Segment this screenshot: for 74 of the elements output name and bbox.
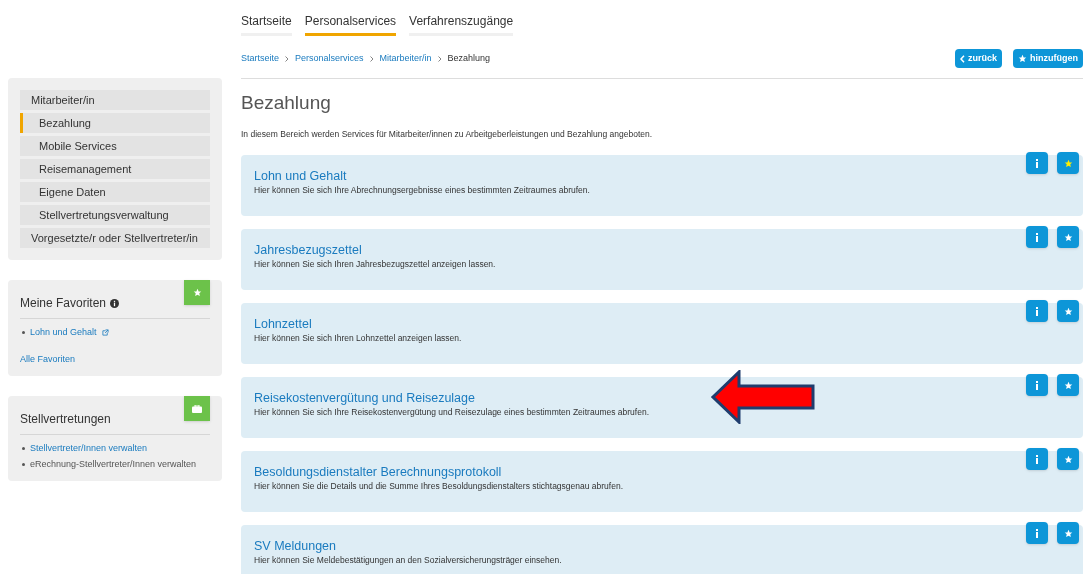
nav-tab[interactable]: Startseite (241, 12, 292, 36)
star-icon (192, 288, 202, 297)
service-description: Hier können Sie sich Ihre Abrechnungsergebnisse eines bestimmten Zeitraumes abrufen. (254, 184, 591, 197)
info-icon (1035, 306, 1039, 316)
favorite-button[interactable] (1057, 448, 1079, 471)
chevron-left-icon (960, 54, 965, 63)
service-description: Hier können Sie sich Ihre Reisekostenvergütung und Reisezulage eines bestimmten Zeitraumes abrufen. (254, 406, 650, 419)
nav-tab[interactable]: Verfahrenszugänge (409, 12, 514, 36)
panel-text: eRechnung-Stellvertreter/Innen verwalten (30, 457, 197, 471)
chevron-icon (437, 55, 442, 62)
star-icon (1018, 54, 1027, 63)
favorites-button[interactable] (184, 280, 210, 305)
chevron-icon (369, 55, 374, 62)
info-button[interactable] (1026, 374, 1048, 397)
service-title[interactable]: Lohnzettel (254, 316, 1083, 333)
favorite-button[interactable] (1057, 226, 1079, 249)
panel-link[interactable]: Lohn und Gehalt (30, 326, 97, 340)
sidebar-item[interactable]: Mitarbeiter/in (20, 90, 210, 110)
star-icon (1063, 528, 1073, 538)
star-icon (1063, 232, 1073, 242)
star-icon (1063, 158, 1073, 168)
add-favorite-button[interactable]: hinzufügen (1013, 49, 1083, 68)
info-icon (1035, 528, 1039, 538)
info-button[interactable] (1026, 152, 1048, 175)
briefcase-icon (192, 404, 202, 413)
info-button[interactable] (1026, 226, 1048, 249)
info-button[interactable] (1026, 522, 1048, 545)
star-icon (1063, 380, 1073, 390)
service-description: Hier können Sie Meldebestätigungen an den Sozialversicherungsträger einsehen. (254, 554, 563, 567)
info-icon (1035, 158, 1039, 168)
sidebar-item[interactable]: Reisemanagement (20, 159, 210, 179)
sidebar-item[interactable]: Stellvertretungsverwaltung (20, 205, 210, 225)
panel-title: Meine Favoriten (20, 295, 107, 312)
breadcrumb-link[interactable]: Mitarbeiter/in (379, 51, 432, 66)
service-description: Hier können Sie die Details und die Summe Ihres Besoldungsdienstalters stichtagsgenau abrufen. (254, 480, 625, 493)
info-icon (1035, 380, 1039, 390)
panel-link[interactable]: Stellvertreter/Innen verwalten (30, 442, 148, 456)
back-button[interactable]: zurück (955, 49, 1002, 68)
bullet-icon (22, 462, 25, 466)
sidebar-item[interactable]: Bezahlung (20, 113, 210, 133)
substitutes-button[interactable] (184, 396, 210, 421)
favorite-button[interactable] (1057, 152, 1079, 175)
breadcrumb-current: Bezahlung (447, 51, 491, 65)
star-icon (1063, 306, 1073, 316)
favorite-button[interactable] (1057, 300, 1079, 323)
info-icon (110, 298, 120, 308)
service-title[interactable]: Besoldungsdienstalter Berechnungsprotokoll (254, 464, 1083, 481)
nav-tab[interactable]: Personalservices (304, 12, 397, 36)
service-description: Hier können Sie sich Ihren Lohnzettel anzeigen lassen. (254, 332, 463, 345)
sidebar-item[interactable]: Eigene Daten (20, 182, 210, 202)
service-description: Hier können Sie sich Ihren Jahresbezugszettel anzeigen lassen. (254, 258, 497, 271)
breadcrumb-link[interactable]: Personalservices (295, 51, 364, 66)
page-title: Bezahlung (241, 91, 332, 115)
service-title[interactable]: SV Meldungen (254, 538, 1083, 555)
service-title[interactable]: Jahresbezugszettel (254, 242, 1083, 259)
info-button[interactable] (1026, 300, 1048, 323)
external-link-icon (101, 329, 109, 337)
info-icon (1035, 232, 1039, 242)
chevron-icon (285, 55, 290, 62)
star-icon (1063, 454, 1073, 464)
all-favorites-link[interactable]: Alle Favoriten (20, 339, 210, 366)
sidebar-item[interactable]: Mobile Services (20, 136, 210, 156)
service-title[interactable]: Reisekostenvergütung und Reisezulage (254, 390, 1083, 407)
favorite-button[interactable] (1057, 374, 1079, 397)
favorite-button[interactable] (1057, 522, 1079, 545)
panel-title: Stellvertretungen (20, 411, 111, 428)
info-icon (1035, 454, 1039, 464)
bullet-icon (22, 331, 25, 335)
breadcrumb-link[interactable]: Startseite (241, 51, 280, 66)
page-intro: In diesem Bereich werden Services für Mitarbeiter/innen zu Arbeitgeberleistungen und Bezahlung angeboten. (241, 127, 654, 141)
bullet-icon (22, 447, 25, 451)
sidebar-item[interactable]: Vorgesetzte/r oder Stellvertreter/in (20, 228, 210, 248)
service-title[interactable]: Lohn und Gehalt (254, 168, 1083, 185)
info-button[interactable] (1026, 448, 1048, 471)
